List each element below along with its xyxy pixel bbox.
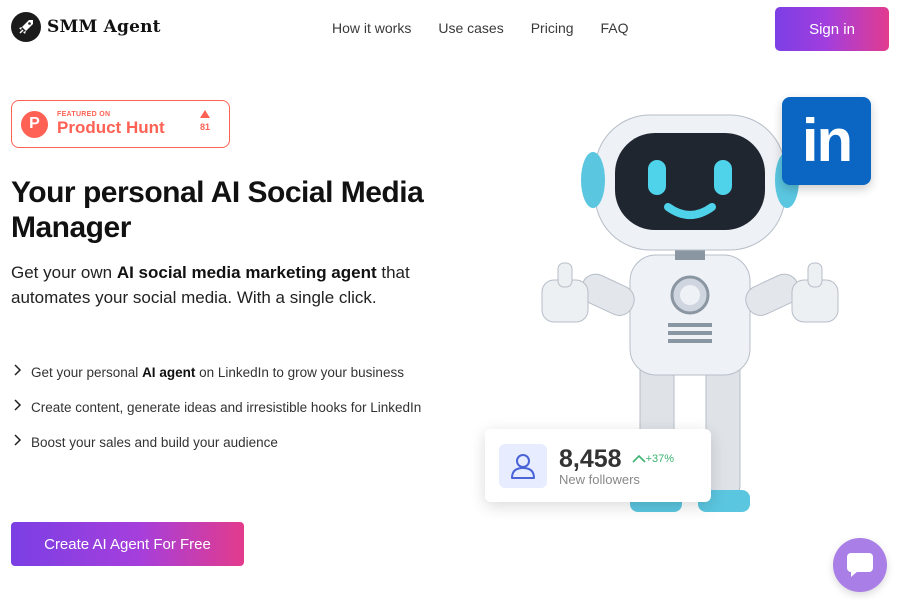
growth-badge: +37% [631,453,675,465]
product-hunt-badge[interactable]: P FEATURED ON Product Hunt 81 [11,100,230,148]
brand-name: SMM Agent [47,17,161,37]
nav-faq[interactable]: FAQ [601,20,629,36]
followers-stat-card: 8,458 +37% New followers [485,429,711,502]
hero-title: Your personal AI Social Media Manager [11,176,424,244]
stat-label: New followers [559,471,640,487]
site-header: SMM Agent How it works Use cases Pricing… [0,0,900,58]
subtitle-highlight: AI social media marketing agent [116,263,377,282]
growth-percent: +37% [645,453,675,465]
feature-item: Create content, generate ideas and irres… [13,397,423,418]
main-nav: How it works Use cases Pricing FAQ [332,20,656,36]
create-agent-button[interactable]: Create AI Agent For Free [11,522,244,566]
upvote-arrow-icon [199,110,210,118]
chevron-right-icon [13,362,31,383]
featured-label: FEATURED ON [57,111,111,118]
feature-item: Get your personal AI agent on LinkedIn t… [13,362,423,383]
user-icon [499,443,547,488]
nav-pricing[interactable]: Pricing [531,20,574,36]
follower-count: 8,458 [559,444,622,473]
feature-text: Get your personal AI agent on LinkedIn t… [31,362,404,383]
subtitle-intro: Get your own [11,263,117,282]
feature-text-part: on LinkedIn to grow your business [195,365,404,380]
upvote-count: 81 [199,110,210,132]
nav-how-it-works[interactable]: How it works [332,20,411,36]
chat-widget-button[interactable] [833,538,887,592]
hero-subtitle: Get your own AI social media marketing a… [11,260,421,310]
nav-use-cases[interactable]: Use cases [438,20,503,36]
product-hunt-name: Product Hunt [57,118,165,137]
feature-list: Get your personal AI agent on LinkedIn t… [13,362,423,467]
chevron-up-icon [631,454,646,463]
feature-text: Boost your sales and build your audience [31,435,278,450]
sign-in-button[interactable]: Sign in [775,7,889,51]
chat-bubble-icon [847,553,873,577]
feature-item: Boost your sales and build your audience [13,432,423,453]
product-hunt-logo-icon: P [21,110,48,138]
vote-number: 81 [199,122,210,132]
linkedin-logo-icon: in [782,97,871,185]
feature-text: Create content, generate ideas and irres… [31,400,422,415]
rocket-icon [11,12,41,42]
brand-logo[interactable]: SMM Agent [11,12,161,42]
feature-text-part: Get your personal [31,365,143,380]
chevron-right-icon [13,432,31,453]
feature-highlight: AI agent [142,365,196,380]
linkedin-letters: in [801,107,853,174]
chevron-right-icon [13,397,31,418]
